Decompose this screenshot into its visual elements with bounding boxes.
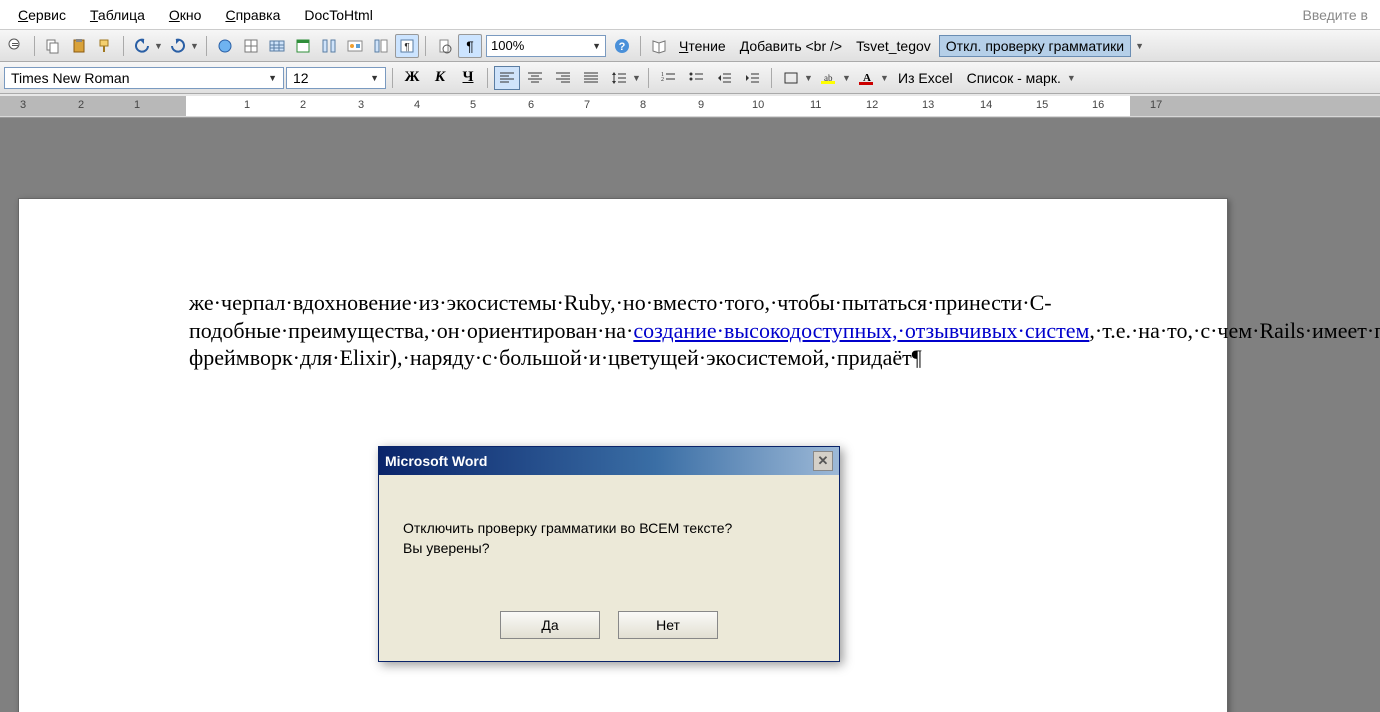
formatting-toolbar: Times New Roman▼ 12▼ Ж К Ч ▼ 12 ▼ ab ▼ A… xyxy=(0,62,1380,94)
bold-button[interactable]: Ж xyxy=(399,66,425,90)
menu-doctohtml[interactable]: DocToHtml xyxy=(294,3,382,27)
svg-text:?: ? xyxy=(619,41,626,53)
svg-text:¶: ¶ xyxy=(404,42,409,53)
tsvet-tegov-button[interactable]: Tsvet_tegov xyxy=(850,38,937,54)
drawing-icon[interactable] xyxy=(343,34,367,58)
redo-dropdown[interactable]: ▼ xyxy=(190,41,200,51)
svg-text:2: 2 xyxy=(661,77,664,83)
formatting-options-dropdown[interactable]: ▼ xyxy=(1067,73,1077,83)
document-body[interactable]: же·черпал·вдохновение·из·экосистемы·Ruby… xyxy=(189,289,1057,372)
hyperlink-icon[interactable] xyxy=(213,34,237,58)
font-color-icon[interactable]: A xyxy=(854,66,880,90)
columns-icon[interactable] xyxy=(317,34,341,58)
italic-button[interactable]: К xyxy=(427,66,453,90)
font-name-combo[interactable]: Times New Roman▼ xyxy=(4,67,284,89)
from-excel-button[interactable]: Из Excel xyxy=(892,70,959,86)
redo-icon[interactable] xyxy=(166,34,190,58)
text-segment: ,·т.е.·на·то,·с·чем·Rails·имеет·проблемы… xyxy=(1089,318,1380,343)
document-map-icon[interactable] xyxy=(369,34,393,58)
undo-icon[interactable] xyxy=(130,34,154,58)
paste-icon[interactable] xyxy=(67,34,91,58)
toolbar-options-dropdown[interactable]: ▼ xyxy=(1135,41,1145,51)
dialog-message-line2: Вы уверены? xyxy=(403,539,815,559)
insert-table-icon[interactable] xyxy=(265,34,289,58)
numbered-list-icon[interactable]: 12 xyxy=(655,66,681,90)
insert-worksheet-icon[interactable] xyxy=(291,34,315,58)
help-search-hint[interactable]: Введите в xyxy=(1303,7,1372,23)
align-center-icon[interactable] xyxy=(522,66,548,90)
tables-borders-icon[interactable] xyxy=(239,34,263,58)
align-left-icon[interactable] xyxy=(494,66,520,90)
align-justify-icon[interactable] xyxy=(578,66,604,90)
search-icon[interactable] xyxy=(4,34,28,58)
show-formatting-icon[interactable]: ¶ xyxy=(395,34,419,58)
help-icon[interactable]: ? xyxy=(610,34,634,58)
borders-icon[interactable] xyxy=(778,66,804,90)
no-button[interactable]: Нет xyxy=(618,611,718,639)
copy-icon[interactable] xyxy=(41,34,65,58)
align-right-icon[interactable] xyxy=(550,66,576,90)
zoom-toggle-icon[interactable] xyxy=(432,34,456,58)
book-icon[interactable] xyxy=(647,34,671,58)
disable-grammar-button[interactable]: Откл. проверку грамматики xyxy=(939,35,1131,57)
menu-service[interactable]: Сервис xyxy=(8,3,76,27)
format-painter-icon[interactable] xyxy=(93,34,117,58)
standard-toolbar: ▼ ▼ ¶ ¶ 100%▼ ? ЧЧтениетение Добавить <b… xyxy=(0,30,1380,62)
ruler[interactable]: 3 2 1 1 2 3 4 5 6 7 8 9 10 11 12 13 14 1… xyxy=(0,94,1380,118)
confirm-dialog: Microsoft Word ✕ Отключить проверку грам… xyxy=(378,446,840,662)
zoom-combo[interactable]: 100%▼ xyxy=(486,35,606,57)
line-spacing-icon[interactable] xyxy=(606,66,632,90)
highlight-icon[interactable]: ab xyxy=(816,66,842,90)
font-color-dropdown[interactable]: ▼ xyxy=(880,73,890,83)
menubar: Сервис Таблица Окно Справка DocToHtml Вв… xyxy=(0,0,1380,30)
dialog-body: Отключить проверку грамматики во ВСЕМ те… xyxy=(379,475,839,603)
menu-help[interactable]: Справка xyxy=(215,3,290,27)
dialog-message-line1: Отключить проверку грамматики во ВСЕМ те… xyxy=(403,519,815,539)
dialog-titlebar[interactable]: Microsoft Word ✕ xyxy=(379,447,839,475)
add-br-button[interactable]: Добавить <br /> xyxy=(734,38,848,54)
menu-table[interactable]: Таблица xyxy=(80,3,155,27)
decrease-indent-icon[interactable] xyxy=(711,66,737,90)
close-icon[interactable]: ✕ xyxy=(813,451,833,471)
marked-list-button[interactable]: Список - марк. xyxy=(961,70,1067,86)
font-size-combo[interactable]: 12▼ xyxy=(286,67,386,89)
reading-mode-button[interactable]: ЧЧтениетение xyxy=(673,38,732,54)
undo-dropdown[interactable]: ▼ xyxy=(154,41,164,51)
underline-button[interactable]: Ч xyxy=(455,66,481,90)
bulleted-list-icon[interactable] xyxy=(683,66,709,90)
pilcrow-icon[interactable]: ¶ xyxy=(458,34,482,58)
yes-button[interactable]: Да xyxy=(500,611,600,639)
dialog-title-text: Microsoft Word xyxy=(385,453,487,469)
increase-indent-icon[interactable] xyxy=(739,66,765,90)
menu-window[interactable]: Окно xyxy=(159,3,212,27)
line-spacing-dropdown[interactable]: ▼ xyxy=(632,73,642,83)
link-high-availability[interactable]: создание·высокодоступных,·отзывчивых·сис… xyxy=(633,318,1089,343)
borders-dropdown[interactable]: ▼ xyxy=(804,73,814,83)
highlight-dropdown[interactable]: ▼ xyxy=(842,73,852,83)
